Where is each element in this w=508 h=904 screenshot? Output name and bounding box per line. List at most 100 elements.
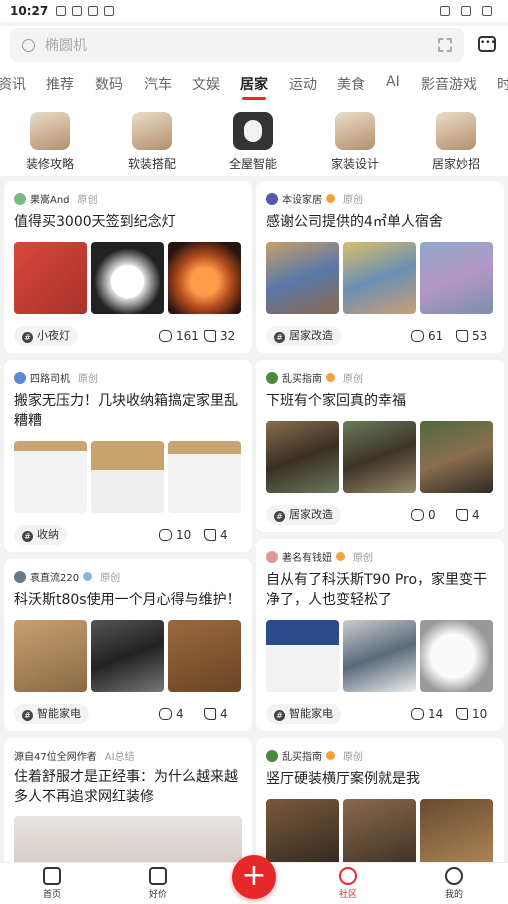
tab-auto[interactable]: 汽车 <box>144 74 172 94</box>
search-bar[interactable]: 椭圆机 <box>10 28 464 62</box>
like-count[interactable]: 32 <box>204 329 235 343</box>
card-title: 搬家无压力！几块收纳箱搞定家里乱糟糟 <box>14 393 238 429</box>
topic-tag[interactable]: # 居家改造 <box>266 326 341 346</box>
card-image <box>343 799 416 871</box>
tab-more[interactable]: 时 <box>497 74 508 94</box>
feed-card[interactable]: 本设家居 原创 感谢公司提供的4㎡单人宿舍 # 居家改造 61 53 <box>256 181 504 353</box>
wifi-icon <box>440 6 450 16</box>
feed-card[interactable]: 乱买指南 原创 竖厅硬装横厅案例就是我 <box>256 738 504 878</box>
author-name[interactable]: 著名有钱妞 <box>282 549 332 564</box>
nav-community[interactable]: 社区 <box>318 867 378 900</box>
card-image <box>420 620 493 692</box>
card-title: 科沃斯t80s使用一个月心得与维护！ <box>14 592 241 608</box>
verified-badge-icon <box>83 572 93 581</box>
topic-tag[interactable]: # 居家改造 <box>266 505 341 525</box>
feed-card[interactable]: 果嵩And 原创 值得买3000天签到纪念灯 # 小夜灯 161 32 <box>4 181 252 353</box>
card-title: 值得买3000天签到纪念灯 <box>14 214 176 230</box>
category-home-design[interactable]: 家装设计 <box>315 112 395 172</box>
card-image <box>91 620 164 692</box>
original-label: 原创 <box>343 374 363 385</box>
camera-image <box>233 112 273 150</box>
tab-digital[interactable]: 数码 <box>95 74 123 94</box>
comment-icon <box>159 330 172 342</box>
comment-count[interactable]: 4 <box>159 707 184 721</box>
topic-tag[interactable]: # 智能家电 <box>266 704 341 724</box>
feed-card[interactable]: 著名有钱妞 原创 自从有了科沃斯T90 Pro，家里变干净了，人也变轻松了 # 智能… <box>256 539 504 731</box>
author-name[interactable]: 乱买指南 <box>282 748 322 763</box>
category-soft-decor[interactable]: 软装搭配 <box>112 112 192 172</box>
nav-deals[interactable]: 好价 <box>128 867 188 900</box>
tab-food[interactable]: 美食 <box>337 74 365 94</box>
tab-games[interactable]: 影音游戏 <box>421 74 477 94</box>
comment-count[interactable]: 161 <box>159 329 199 343</box>
nav-me[interactable]: 我的 <box>424 867 484 900</box>
nav-home[interactable]: 首页 <box>22 867 82 900</box>
notification-icon <box>56 6 67 16</box>
card-image <box>168 441 241 513</box>
author-name[interactable]: 四路司机 <box>30 370 70 385</box>
author-name[interactable]: 袁直流220 <box>30 569 79 584</box>
avatar <box>266 550 278 563</box>
category-image <box>436 112 476 150</box>
thumbs-up-icon <box>204 529 216 541</box>
comment-count[interactable]: 0 <box>411 508 436 522</box>
card-image <box>14 441 87 513</box>
channel-tabs: 资讯 推荐 数码 汽车 文娱 居家 运动 美食 AI 影音游戏 时 <box>0 64 508 104</box>
verified-badge-icon <box>326 194 335 203</box>
category-smart-home[interactable]: 全屋智能 <box>213 112 293 172</box>
card-image <box>343 242 416 314</box>
like-count[interactable]: 4 <box>204 707 228 721</box>
search-icon <box>22 38 35 52</box>
add-post-button[interactable]: + <box>232 855 276 899</box>
card-images <box>14 620 241 692</box>
tab-entertainment[interactable]: 文娱 <box>192 74 220 94</box>
comment-count[interactable]: 10 <box>159 528 191 542</box>
like-count[interactable]: 4 <box>204 528 228 542</box>
comment-count[interactable]: 14 <box>411 707 443 721</box>
author-line: 果嵩And 原创 <box>14 191 98 206</box>
tab-home[interactable]: 居家 <box>240 74 268 100</box>
card-image <box>266 620 339 692</box>
author-name[interactable]: 源自47位全网作者 <box>14 748 97 763</box>
author-name[interactable]: 乱买指南 <box>282 370 322 385</box>
message-icon[interactable]: ••• <box>478 36 496 52</box>
author-name[interactable]: 果嵩And <box>30 191 70 206</box>
original-label: 原创 <box>343 195 363 206</box>
signal-icon <box>461 6 471 16</box>
like-count[interactable]: 53 <box>456 329 487 343</box>
tab-news[interactable]: 资讯 <box>0 74 26 94</box>
category-home-tips[interactable]: 居家妙招 <box>416 112 496 172</box>
author-line: 乱买指南 原创 <box>266 748 363 763</box>
feed-card[interactable]: 袁直流220 原创 科沃斯t80s使用一个月心得与维护！ # 智能家电 4 4 <box>4 559 252 731</box>
author-line: 著名有钱妞 原创 <box>266 549 373 564</box>
tab-recommend[interactable]: 推荐 <box>46 74 74 94</box>
thumbs-up-icon <box>204 330 216 342</box>
card-image <box>14 242 87 314</box>
app-icon <box>104 6 115 16</box>
card-image <box>91 242 164 314</box>
topic-tag[interactable]: # 小夜灯 <box>14 326 78 346</box>
author-line: 源自47位全网作者 AI总结 <box>14 748 135 763</box>
avatar <box>14 371 26 384</box>
tab-ai[interactable]: AI <box>386 74 400 90</box>
planet-icon <box>339 867 357 885</box>
verified-badge-icon <box>336 552 345 561</box>
tab-sports[interactable]: 运动 <box>289 74 317 94</box>
feed-card[interactable]: 四路司机 原创 搬家无压力！几块收纳箱搞定家里乱糟糟 # 收纳 10 4 <box>4 360 252 552</box>
deals-icon <box>149 867 167 885</box>
topic-tag[interactable]: # 智能家电 <box>14 704 89 724</box>
scan-icon[interactable] <box>438 38 452 52</box>
avatar <box>14 192 26 205</box>
card-image <box>91 441 164 513</box>
topic-tag[interactable]: # 收纳 <box>14 525 67 545</box>
comment-count[interactable]: 61 <box>411 329 443 343</box>
thumbs-up-icon <box>204 708 216 720</box>
category-decoration[interactable]: 装修攻略 <box>10 112 90 172</box>
feed-card[interactable]: 源自47位全网作者 AI总结 住着舒服才是正经事：为什么越来越多人不再追求网红装修 <box>4 738 252 878</box>
like-count[interactable]: 4 <box>456 508 480 522</box>
verified-badge-icon <box>326 373 335 382</box>
author-name[interactable]: 本设家居 <box>282 191 322 206</box>
avatar <box>266 371 278 384</box>
like-count[interactable]: 10 <box>456 707 487 721</box>
feed-card[interactable]: 乱买指南 原创 下班有个家回真的幸福 # 居家改造 0 4 <box>256 360 504 532</box>
